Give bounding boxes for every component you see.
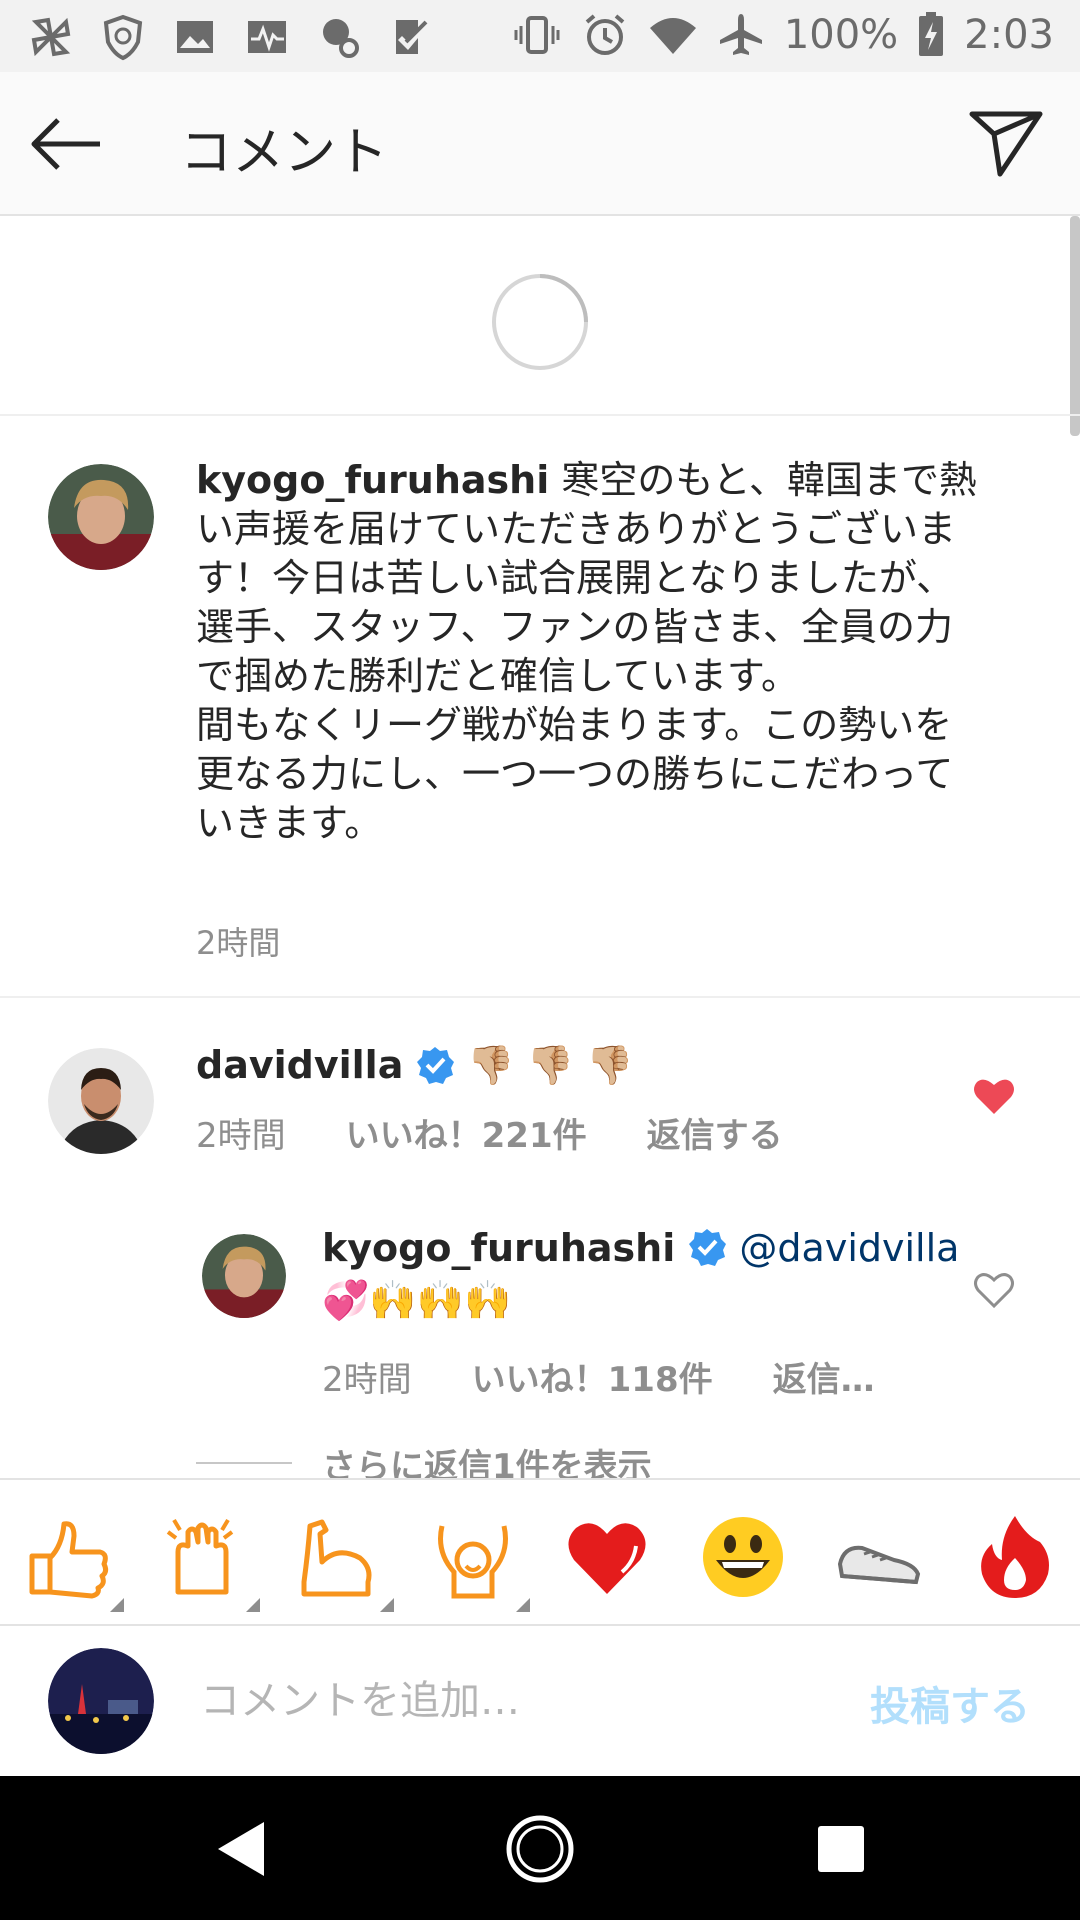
view-more-replies-label: さらに返信1件を表示 — [322, 1448, 652, 1478]
caption-username[interactable]: kyogo_furuhashi — [196, 458, 549, 502]
comment-emojis: 👎🏼 👎🏼 👎🏼 — [467, 1043, 634, 1087]
fire-icon[interactable] — [970, 1512, 1060, 1602]
battery-charging-icon — [919, 12, 944, 56]
page-title: コメント — [180, 123, 389, 183]
comment-line: davidvilla 👎🏼 👎🏼 👎🏼 — [196, 1040, 633, 1090]
reply-mention[interactable]: @davidvilla — [739, 1226, 959, 1270]
header: コメント — [0, 72, 1080, 216]
reply-reply-button[interactable]: 返信… — [773, 1352, 875, 1401]
comment-composer: 投稿する — [0, 1626, 1080, 1776]
pinwheel-icon — [31, 17, 71, 57]
clap-icon[interactable] — [158, 1512, 260, 1612]
battery-percent: 100% — [783, 12, 899, 58]
reply-meta: 2時間 いいね！118件 返信… — [322, 1352, 875, 1401]
loading-area — [0, 216, 1080, 416]
notification-icons — [26, 12, 436, 62]
comment-meta: 2時間 いいね！221件 返信する — [196, 1108, 783, 1157]
comment-item: davidvilla 👎🏼 👎🏼 👎🏼 2時間 いいね！221件 返信する — [0, 1000, 1080, 1200]
post-button[interactable]: 投稿する — [870, 1674, 1030, 1732]
divider — [196, 1462, 292, 1464]
sneaker-icon[interactable] — [834, 1512, 924, 1602]
pulse-icon — [248, 21, 286, 53]
back-arrow-icon[interactable] — [28, 112, 108, 176]
reply-button[interactable]: 返信する — [647, 1108, 783, 1157]
muscle-icon[interactable] — [292, 1512, 394, 1612]
caption-body: 寒空のもと、韓国まで熱い声援を届けていただきありがとうございます！今日は苦しい試… — [196, 458, 978, 845]
verified-badge-icon — [417, 1047, 455, 1084]
grinning-face-icon[interactable] — [698, 1512, 788, 1602]
status-bar: 100% 2:03 — [0, 0, 1080, 72]
loading-spinner-icon — [492, 274, 588, 370]
system-status: 100% 2:03 — [512, 10, 1054, 60]
nav-recents-icon[interactable] — [806, 1814, 876, 1884]
clock: 2:03 — [964, 12, 1054, 58]
reply-likes[interactable]: いいね！118件 — [472, 1352, 713, 1401]
comment-username[interactable]: davidvilla — [196, 1040, 403, 1090]
system-nav-bar — [0, 1776, 1080, 1920]
reply-text: kyogo_furuhashi @davidvilla 💞🙌🙌🙌 — [322, 1222, 962, 1326]
task-check-icon — [396, 20, 428, 54]
reply-username[interactable]: kyogo_furuhashi — [322, 1226, 675, 1270]
heart-outline-icon[interactable] — [972, 1270, 1016, 1310]
wifi-icon — [649, 18, 696, 54]
my-avatar — [48, 1648, 154, 1754]
reply-item: kyogo_furuhashi @davidvilla 💞🙌🙌🙌 2時間 いいね… — [0, 1220, 1080, 1480]
nav-home-icon[interactable] — [505, 1814, 575, 1884]
comment-timestamp: 2時間 — [196, 1116, 286, 1156]
raised-hands-icon[interactable] — [428, 1512, 530, 1612]
post-caption: kyogo_furuhashi 寒空のもと、韓国まで熱い声援を届けていただきあり… — [0, 418, 1080, 998]
avatar[interactable] — [48, 464, 154, 570]
comment-likes[interactable]: いいね！221件 — [346, 1108, 587, 1157]
reply-emojis: 💞🙌🙌🙌 — [322, 1278, 512, 1322]
comment-input[interactable] — [200, 1666, 820, 1736]
heart-filled-icon[interactable] — [972, 1076, 1016, 1116]
avatar[interactable] — [202, 1234, 286, 1318]
send-icon[interactable] — [966, 104, 1046, 184]
reply-timestamp: 2時間 — [322, 1360, 412, 1400]
vibrate-icon — [514, 16, 560, 54]
image-icon — [177, 21, 213, 53]
verified-badge-icon — [689, 1229, 727, 1266]
avatar[interactable] — [48, 1048, 154, 1154]
account-key-icon — [323, 19, 359, 58]
nav-back-icon[interactable] — [206, 1814, 276, 1884]
caption-timestamp: 2時間 — [196, 924, 281, 962]
shield-icon — [103, 14, 143, 61]
view-more-replies[interactable]: さらに返信1件を表示 — [196, 1448, 652, 1478]
alarm-icon — [585, 14, 625, 55]
heart-icon[interactable] — [562, 1512, 652, 1602]
thumbs-up-icon[interactable] — [22, 1512, 124, 1612]
airplane-icon — [719, 14, 762, 55]
emoji-quick-bar — [0, 1478, 1080, 1626]
caption-text: kyogo_furuhashi 寒空のもと、韓国まで熱い声援を届けていただきあり… — [196, 456, 986, 848]
